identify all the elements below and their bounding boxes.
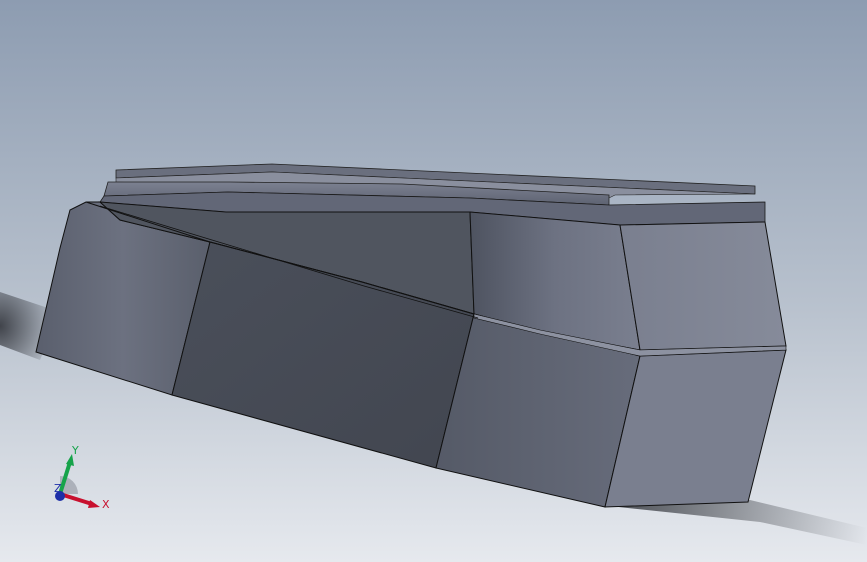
z-axis-label: Z (54, 482, 62, 495)
right-upper-face (619, 221, 787, 351)
x-axis-arrowhead (88, 500, 100, 508)
coordinate-triad: Y X Z (54, 444, 110, 511)
y-axis-label: Y (71, 444, 79, 457)
model-scene[interactable] (0, 0, 867, 562)
x-axis-label: X (102, 498, 110, 511)
graphics-viewport[interactable]: Y X Z (0, 0, 867, 562)
